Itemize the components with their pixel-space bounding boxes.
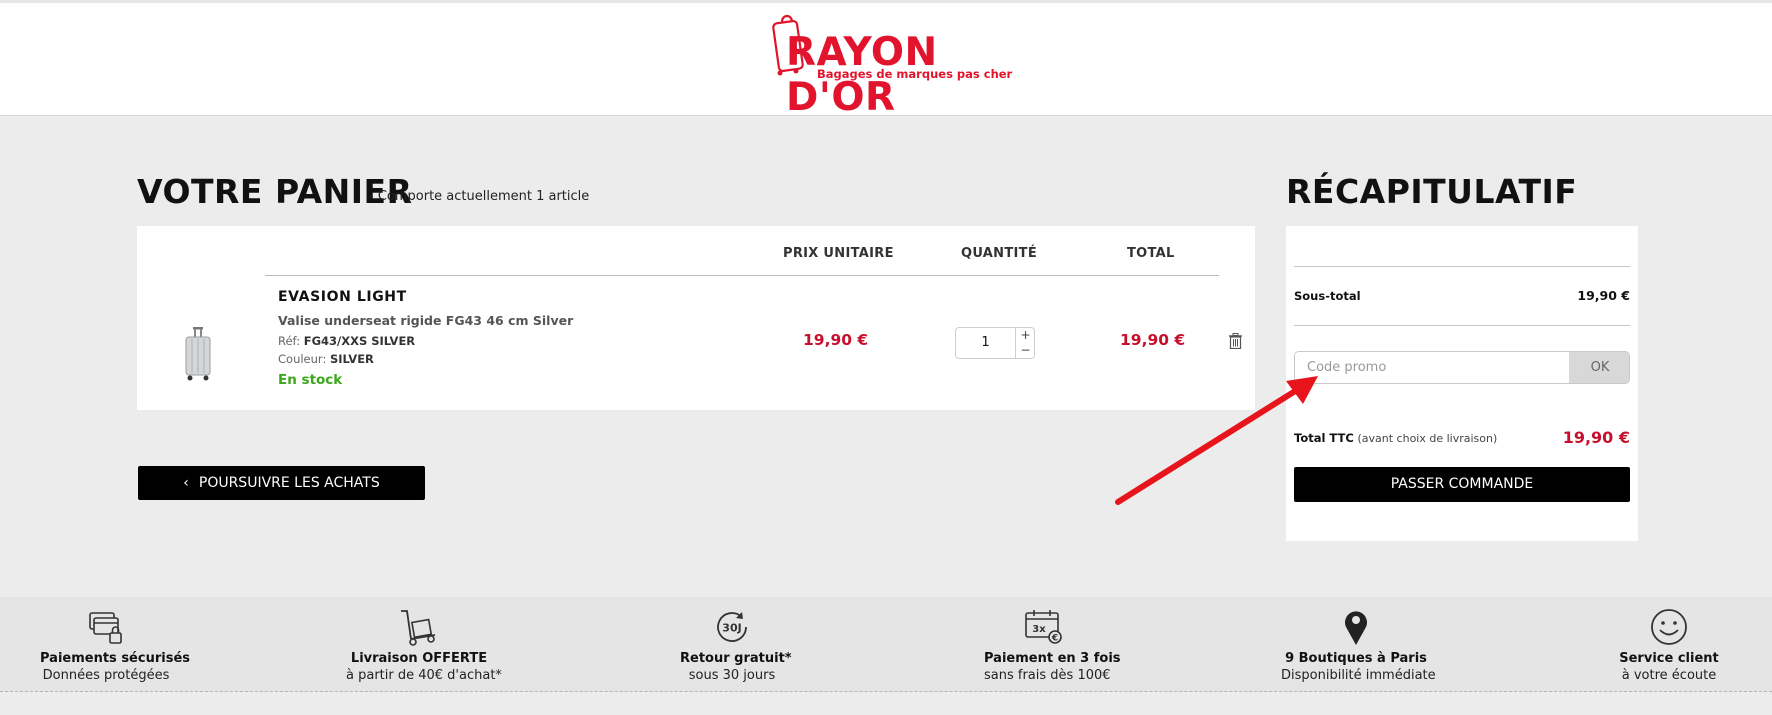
product-image[interactable]: [184, 326, 212, 382]
quantity-buttons: + −: [1015, 328, 1034, 358]
total-label-text: Total TTC: [1294, 431, 1354, 445]
subtotal-value: 19,90 €: [1577, 288, 1630, 303]
stock-status: En stock: [278, 372, 343, 388]
delivery-trolley-icon: [401, 610, 436, 646]
product-name[interactable]: EVASION LIGHT: [278, 289, 407, 305]
reassurance-bar: Paiements sécurisés Données protégées Li…: [0, 597, 1772, 692]
reassurance-subtitle: à votre écoute: [1621, 668, 1717, 683]
brand-logo[interactable]: RAYON D'OR Bagages de marques pas cher: [772, 8, 1022, 120]
product-ref-value: FG43/XXS SILVER: [303, 334, 416, 348]
reassurance-title: Service client: [1619, 651, 1719, 666]
reassurance-item: 9 Boutiques à Paris Disponibilité immédi…: [1281, 607, 1436, 683]
chevron-left-icon: ‹: [183, 475, 189, 491]
promo-code-form: OK: [1294, 351, 1630, 384]
quantity-input[interactable]: 1: [956, 328, 1015, 358]
site-header: RAYON D'OR Bagages de marques pas cher: [0, 3, 1772, 120]
reassurance-subtitle: Données protégées: [42, 668, 170, 683]
quantity-increase-button[interactable]: +: [1016, 328, 1035, 343]
unit-price: 19,90 €: [803, 331, 869, 349]
quantity-decrease-button[interactable]: −: [1016, 343, 1035, 358]
footer-strip: [0, 692, 1772, 715]
reassurance-title: Paiements sécurisés: [40, 651, 190, 666]
return-30-days-icon: 30J: [717, 612, 747, 642]
cart-subtitle: - Comporte actuellement 1 article: [369, 189, 590, 204]
total-value: 19,90 €: [1562, 428, 1630, 447]
map-pin-icon: [1345, 611, 1367, 645]
promo-apply-button[interactable]: OK: [1569, 352, 1629, 383]
payment-3x-icon: 3x €: [1025, 610, 1062, 644]
return-30-days-badge: 30J: [722, 622, 741, 635]
total-note: (avant choix de livraison): [1357, 432, 1498, 445]
subtotal-label: Sous-total: [1294, 289, 1361, 303]
product-ref-label: Réf:: [278, 334, 301, 348]
product-color: Couleur: SILVER: [278, 352, 374, 366]
header-divider: [265, 275, 1219, 276]
line-total: 19,90 €: [1120, 331, 1186, 349]
continue-shopping-label: POURSUIVRE LES ACHATS: [198, 475, 380, 491]
total-label: Total TTC (avant choix de livraison): [1294, 431, 1497, 445]
reassurance-item: 30J Retour gratuit* sous 30 jours: [680, 607, 792, 683]
summary-divider: [1294, 325, 1630, 326]
promo-code-input[interactable]: [1295, 352, 1569, 383]
reassurance-subtitle: Disponibilité immédiate: [1281, 668, 1436, 683]
smiley-icon: [1651, 609, 1687, 645]
brand-tagline: Bagages de marques pas cher: [817, 67, 1013, 81]
trash-icon[interactable]: [1229, 333, 1242, 349]
product-ref: Réf: FG43/XXS SILVER: [278, 334, 415, 348]
order-summary: Sous-total 19,90 € OK Total TTC (avant c…: [1286, 226, 1638, 541]
summary-divider: [1294, 266, 1630, 267]
product-description: Valise underseat rigide FG43 46 cm Silve…: [278, 313, 574, 328]
reassurance-subtitle: sans frais dès 100€: [984, 668, 1111, 683]
checkout-button[interactable]: PASSER COMMANDE: [1294, 467, 1630, 502]
reassurance-item: Livraison OFFERTE à partir de 40€ d'acha…: [346, 607, 502, 683]
product-color-label: Couleur:: [278, 352, 327, 366]
reassurance-title: Livraison OFFERTE: [350, 651, 488, 666]
secure-payment-icon: [89, 612, 122, 644]
reassurance-subtitle: sous 30 jours: [688, 668, 776, 683]
reassurance-item: Paiements sécurisés Données protégées: [40, 607, 190, 683]
reassurance-item: Service client à votre écoute: [1616, 607, 1722, 683]
installment-badge: 3x: [1032, 624, 1046, 635]
column-total: TOTAL: [1127, 246, 1175, 261]
reassurance-title: Retour gratuit*: [680, 651, 792, 666]
reassurance-subtitle: à partir de 40€ d'achat*: [346, 668, 502, 683]
continue-shopping-button[interactable]: ‹ POURSUIVRE LES ACHATS: [138, 466, 425, 500]
svg-text:€: €: [1051, 634, 1058, 644]
product-color-value: SILVER: [329, 352, 374, 366]
reassurance-item: 3x € Paiement en 3 fois sans frais dès 1…: [984, 607, 1121, 683]
column-quantity: QUANTITÉ: [961, 246, 1038, 261]
reassurance-title: 9 Boutiques à Paris: [1285, 651, 1427, 666]
reassurance-title: Paiement en 3 fois: [984, 651, 1121, 666]
summary-title: RÉCAPITULATIF: [1286, 172, 1578, 211]
quantity-stepper: 1 + −: [955, 327, 1035, 359]
cart-table: PRIX UNITAIRE QUANTITÉ TOTAL EVASION LIG…: [137, 226, 1255, 410]
column-unit-price: PRIX UNITAIRE: [783, 246, 894, 261]
